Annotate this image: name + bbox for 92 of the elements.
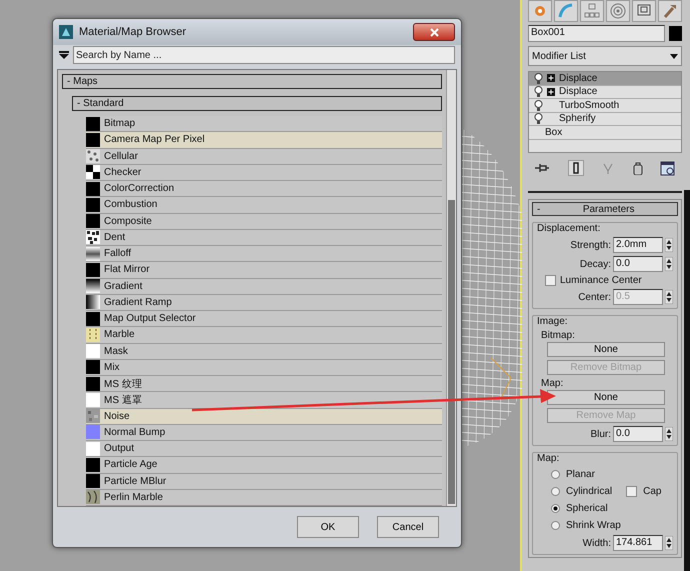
field-label: Center:	[578, 292, 611, 302]
modifier-stack-item[interactable]: Displace	[529, 72, 681, 86]
checkbox-label: Luminance Center	[560, 275, 642, 286]
checkbox-label: Cap	[643, 486, 662, 496]
target-tab-icon[interactable]	[609, 2, 627, 20]
field-label: Decay:	[580, 258, 611, 270]
lightbulb-icon[interactable]	[534, 113, 543, 124]
modifier-stack-item[interactable]: Box	[529, 126, 681, 140]
lightbulb-icon[interactable]	[534, 86, 543, 98]
map-list-item[interactable]: Falloff	[86, 246, 442, 262]
spinner-arrows-icon[interactable]	[665, 290, 673, 304]
map-list-item[interactable]: Gradient Ramp	[86, 294, 442, 311]
hammer-tab-icon[interactable]	[661, 2, 679, 20]
map-list-item[interactable]: Normal Bump	[86, 424, 442, 441]
scrollbar[interactable]	[446, 70, 456, 506]
lightbulb-icon[interactable]	[534, 72, 543, 84]
radio-label: Planar	[566, 468, 595, 480]
trash-icon[interactable]	[632, 162, 642, 174]
map-list-item[interactable]: Checker	[86, 164, 442, 181]
checkbox[interactable]	[545, 275, 556, 286]
filter-icon[interactable]	[59, 51, 69, 59]
field-label: Strength:	[570, 240, 611, 250]
map-list-item[interactable]: Mix	[86, 360, 442, 376]
map-list-item[interactable]: Gradient	[86, 278, 442, 295]
radio-button[interactable]	[551, 520, 560, 530]
pin-icon[interactable]	[534, 162, 550, 174]
modifier-stack-item[interactable]: Displace	[529, 86, 681, 99]
map-list-item[interactable]: Marble	[86, 327, 442, 344]
group-title: Map:	[537, 453, 560, 464]
field-label: Width:	[582, 538, 611, 548]
object-name-field[interactable]: Box001	[528, 25, 665, 42]
dropdown-caret-icon	[670, 54, 678, 58]
map-list-item[interactable]: Output	[86, 441, 442, 458]
map-list-item[interactable]: Combustion	[86, 197, 442, 214]
radio-label: Spherical	[566, 502, 608, 514]
object-color-swatch[interactable]	[669, 26, 682, 41]
radio-button[interactable]	[551, 504, 560, 512]
spinner-arrows-icon[interactable]	[665, 257, 673, 271]
scrollbar-thumb[interactable]	[448, 200, 455, 504]
map-list-item[interactable]: MS 纹理	[86, 376, 442, 392]
map-list-item[interactable]: Camera Map Per Pixel	[86, 132, 442, 148]
field-label: Bitmap:	[540, 330, 576, 341]
app-logo-icon	[59, 25, 73, 39]
map-list-item[interactable]: Cellular	[86, 148, 442, 165]
expand-plus-icon[interactable]	[547, 74, 555, 82]
group-title: Image:	[537, 316, 569, 327]
close-icon	[430, 28, 438, 36]
checkbox[interactable]	[626, 486, 638, 496]
search-field[interactable]: Search by Name ...	[73, 46, 455, 64]
spinner-arrows-icon[interactable]	[665, 427, 673, 441]
radio-label: Cylindrical	[566, 486, 612, 496]
map-list-item[interactable]: Particle MBlur	[86, 474, 442, 490]
number-field[interactable]: 174.861	[613, 535, 663, 551]
map-list-item[interactable]: Particle Age	[86, 457, 442, 474]
number-field[interactable]: 0.0	[613, 426, 663, 442]
radio-button[interactable]	[551, 486, 560, 496]
modifier-stack-item[interactable]: Spherify	[529, 112, 681, 126]
category-header[interactable]: - Maps	[62, 74, 442, 89]
dialog-button[interactable]: Cancel	[377, 516, 439, 538]
panel-scrollbar[interactable]	[684, 190, 690, 571]
field-label: Blur:	[590, 428, 611, 440]
map-list-item[interactable]: Composite	[86, 214, 442, 230]
panel-button[interactable]: None	[547, 342, 665, 357]
map-list-item[interactable]: Flat Mirror	[86, 262, 442, 278]
modifier-stack-item[interactable]: TurboSmooth	[529, 99, 681, 112]
lightbulb-icon[interactable]	[534, 100, 543, 111]
map-list-item[interactable]: MS 遮罩	[86, 392, 442, 408]
rollout-header[interactable]: - Parameters	[532, 202, 678, 216]
map-list-item[interactable]: Dent	[86, 230, 442, 246]
map-list-item[interactable]: Bitmap	[86, 116, 442, 132]
dialog-button[interactable]: OK	[297, 516, 359, 538]
spinner-arrows-icon[interactable]	[665, 238, 673, 252]
expand-plus-icon[interactable]	[547, 88, 555, 96]
map-list-item[interactable]: Noise	[86, 408, 442, 425]
show-result-icon[interactable]	[568, 160, 584, 176]
panel-button[interactable]: None	[547, 390, 665, 405]
radio-label: Shrink Wrap	[566, 520, 621, 530]
map-list-item[interactable]: Perlin Marble	[86, 490, 442, 506]
spinner-arrows-icon[interactable]	[665, 536, 673, 550]
window-title: Material/Map Browser	[79, 26, 187, 38]
close-button[interactable]	[413, 23, 455, 41]
configure-sets-icon[interactable]	[660, 160, 676, 176]
map-list-item[interactable]: Mask	[86, 344, 442, 360]
number-field[interactable]: 2.0mm	[613, 237, 663, 253]
number-field[interactable]: 0.0	[613, 256, 663, 272]
category-header[interactable]: - Standard	[72, 96, 442, 111]
map-list-item[interactable]: Map Output Selector	[86, 311, 442, 328]
field-label: Map:	[540, 378, 564, 389]
modifier-list-dropdown[interactable]: Modifier List	[528, 46, 682, 66]
map-list-item[interactable]: ColorCorrection	[86, 181, 442, 198]
group-title: Displacement:	[537, 223, 602, 234]
radio-button[interactable]	[551, 470, 560, 478]
